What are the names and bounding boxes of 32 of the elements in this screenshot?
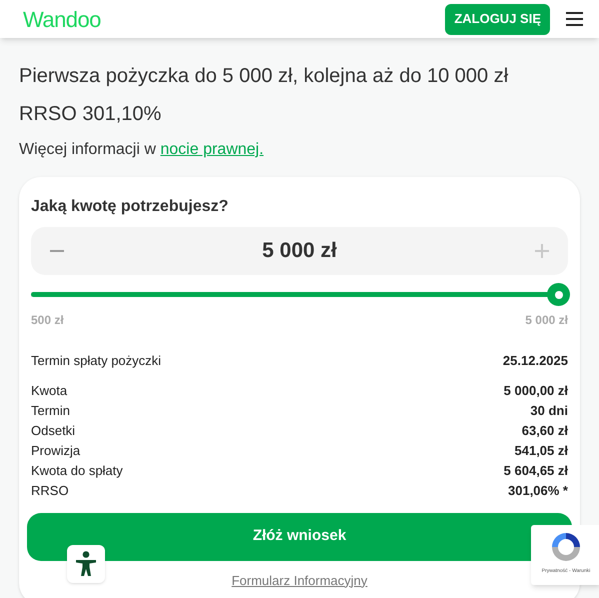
accessibility-icon bbox=[75, 551, 97, 577]
detail-value: 5 604,65 zł bbox=[504, 462, 568, 480]
logo[interactable]: Wandoo bbox=[23, 2, 101, 36]
detail-value: 5 000,00 zł bbox=[504, 382, 568, 400]
detail-value: 63,60 zł bbox=[522, 422, 568, 440]
menu-icon[interactable] bbox=[566, 12, 583, 26]
min-amount-label: 500 zł bbox=[31, 312, 64, 329]
accessibility-button[interactable] bbox=[67, 545, 105, 583]
detail-label: RRSO bbox=[31, 482, 69, 500]
detail-value: 301,06% * bbox=[508, 482, 568, 500]
legal-note-link[interactable]: nocie prawnej. bbox=[160, 141, 264, 158]
detail-value: 541,05 zł bbox=[514, 442, 568, 460]
detail-label: Kwota bbox=[31, 382, 68, 400]
minus-icon bbox=[50, 250, 64, 252]
detail-label: Kwota do spłaty bbox=[31, 462, 123, 480]
plus-icon bbox=[534, 244, 549, 258]
headline: Pierwsza pożyczka do 5 000 zł, kolejna aż do 10 000 zł bbox=[19, 64, 510, 89]
slider-thumb[interactable] bbox=[547, 283, 570, 306]
amount-value: 5 000 zł bbox=[262, 238, 337, 264]
detail-value: 25.12.2025 bbox=[502, 352, 568, 370]
detail-label: Termin bbox=[31, 402, 70, 420]
detail-value: 30 dni bbox=[530, 402, 568, 420]
max-amount-label: 5 000 zł bbox=[525, 312, 568, 329]
submit-button[interactable]: Złóż wniosek bbox=[27, 512, 572, 560]
information-form-link[interactable]: Formularz Informacyjny bbox=[232, 572, 368, 588]
detail-label: Odsetki bbox=[31, 422, 76, 440]
detail-label: Prowizja bbox=[31, 442, 80, 460]
detail-label: Termin spłaty pożyczki bbox=[31, 352, 162, 370]
amount-question: Jaką kwotę potrzebujesz? bbox=[31, 197, 230, 217]
rrso-text: RRSO 301,10% bbox=[19, 102, 162, 127]
login-button[interactable]: ZALOGUJ SIĘ bbox=[445, 4, 550, 34]
info-text: Więcej informacji w bbox=[19, 141, 156, 158]
